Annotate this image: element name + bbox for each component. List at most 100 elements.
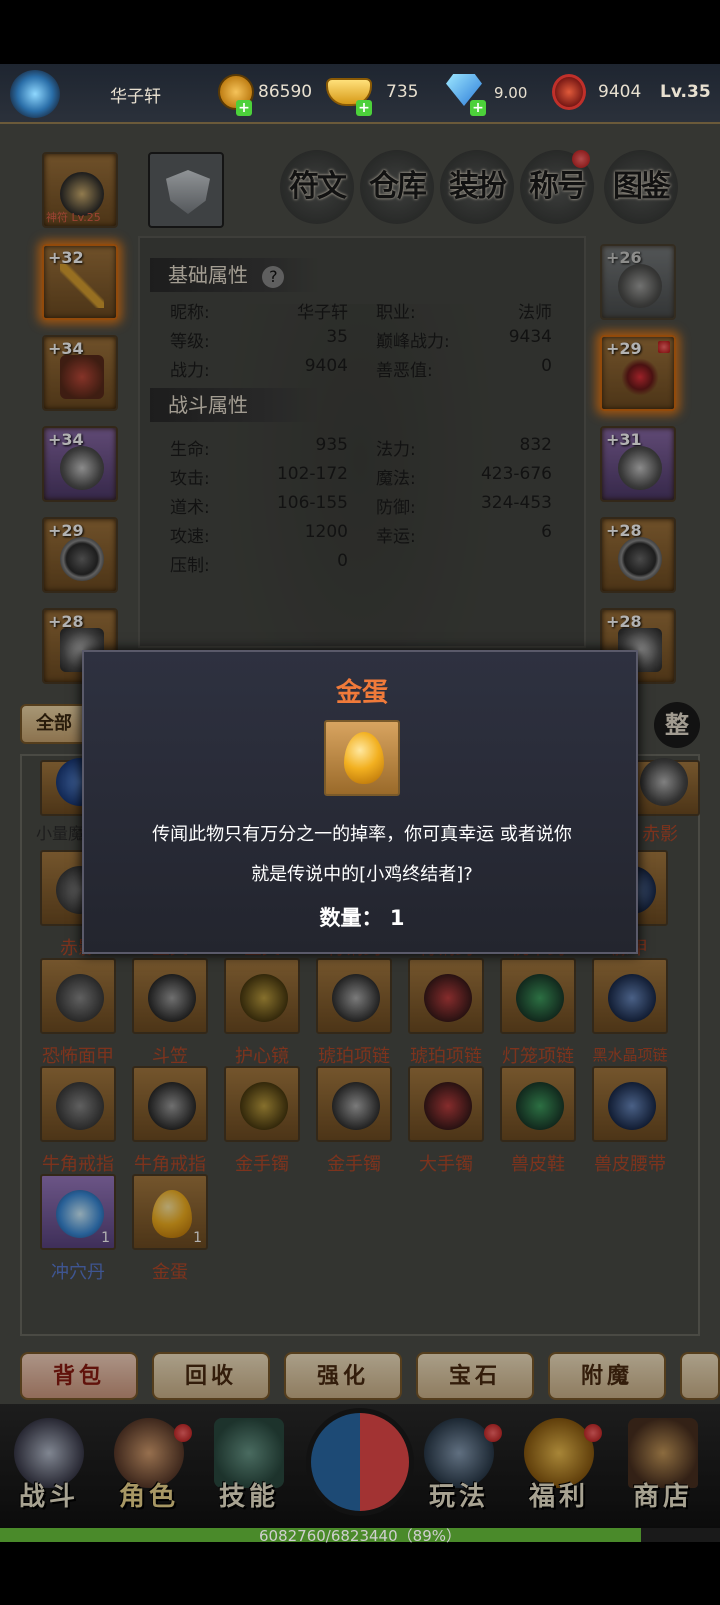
tab-enchant[interactable]: 附魔 bbox=[548, 1352, 666, 1400]
item-icon bbox=[608, 974, 656, 1022]
equip-slot-necklace[interactable]: +29 bbox=[600, 335, 676, 411]
inventory-item[interactable] bbox=[592, 958, 668, 1034]
inventory-item[interactable]: 1 bbox=[40, 1174, 116, 1250]
add-coin-button[interactable]: + bbox=[236, 100, 252, 116]
quantity-label: 数量： bbox=[319, 906, 383, 930]
equip-slot-weapon[interactable]: +32 bbox=[42, 244, 118, 320]
attr-label: 魔法: bbox=[376, 469, 416, 489]
inventory-item[interactable] bbox=[224, 1066, 300, 1142]
attr-value: 6 bbox=[541, 522, 552, 542]
attr-label: 压制: bbox=[170, 556, 210, 576]
slot-sublabel: 神符 Lv.25 bbox=[46, 211, 101, 224]
attr-value: 1200 bbox=[304, 522, 348, 542]
item-name: 恐怖面甲 bbox=[42, 1046, 114, 1067]
attr-value: 0 bbox=[541, 356, 552, 376]
equip-slot-bracelet[interactable]: +34 bbox=[42, 426, 118, 502]
inventory-item[interactable] bbox=[40, 1066, 116, 1142]
item-icon bbox=[516, 1082, 564, 1130]
equip-slot-bracelet-right[interactable]: +31 bbox=[600, 426, 676, 502]
equip-slot-ring-left[interactable]: +29 bbox=[42, 517, 118, 593]
class-emblem-icon[interactable] bbox=[10, 70, 60, 118]
nav-battle[interactable]: 战斗 bbox=[6, 1416, 92, 1520]
tab-bag[interactable]: 背包 bbox=[20, 1352, 138, 1400]
bracelet-icon bbox=[60, 446, 104, 490]
item-icon bbox=[332, 974, 380, 1022]
tab-runes[interactable]: 符文 bbox=[280, 150, 354, 224]
coin-amount: 86590 bbox=[258, 82, 313, 102]
equip-slot-shield[interactable] bbox=[148, 152, 224, 228]
tab-recycle[interactable]: 回收 bbox=[152, 1352, 270, 1400]
item-name: 牛角戒指 bbox=[42, 1154, 114, 1175]
attr-label: 幸运: bbox=[376, 527, 416, 547]
item-icon bbox=[424, 1082, 472, 1130]
inventory-item[interactable] bbox=[316, 958, 392, 1034]
necklace-icon bbox=[618, 355, 662, 399]
equip-slot-helmet[interactable]: +26 bbox=[600, 244, 676, 320]
item-name: 斗笠 bbox=[152, 1046, 188, 1067]
tab-warehouse[interactable]: 仓库 bbox=[360, 150, 434, 224]
item-icon bbox=[332, 1082, 380, 1130]
dialog-quantity: 数量： 1 bbox=[84, 902, 640, 932]
item-name: 大手镯 bbox=[419, 1154, 473, 1175]
attr-value: 9434 bbox=[508, 327, 552, 347]
helmet-icon bbox=[618, 264, 662, 308]
top-bar: 华子轩 + 86590 + 735 + 9.00 9404 Lv.35 bbox=[0, 64, 720, 124]
basic-attr-heading: 基础属性 ? bbox=[150, 258, 320, 292]
nav-label: 角色 bbox=[118, 1482, 179, 1512]
inventory-item[interactable] bbox=[592, 1066, 668, 1142]
ring-icon bbox=[618, 537, 662, 581]
tab-collection[interactable]: 图鉴 bbox=[604, 150, 678, 224]
ingot-amount: 735 bbox=[386, 82, 419, 102]
attr-label: 等级: bbox=[170, 332, 210, 352]
inventory-item[interactable] bbox=[132, 958, 208, 1034]
shield-icon bbox=[166, 170, 210, 214]
inventory-item[interactable] bbox=[224, 958, 300, 1034]
attribute-panel: 基础属性 ? 昵称: 华子轩 职业: 法师 等级: 35 巅峰战力: 9434 战力: 9404 善… bbox=[138, 236, 586, 648]
attr-label: 善恶值: bbox=[376, 361, 433, 381]
item-name: 琥珀项链 bbox=[410, 1046, 482, 1067]
robe-icon bbox=[60, 355, 104, 399]
inventory-item[interactable] bbox=[500, 958, 576, 1034]
attr-value: 102-172 bbox=[276, 464, 348, 484]
inventory-item[interactable] bbox=[40, 958, 116, 1034]
tab-enhance[interactable]: 强化 bbox=[284, 1352, 402, 1400]
inventory-item[interactable] bbox=[316, 1066, 392, 1142]
yinyang-main-button[interactable] bbox=[306, 1408, 414, 1516]
nav-skills[interactable]: 技能 bbox=[206, 1416, 292, 1520]
item-name: 冲穴丹 bbox=[51, 1262, 105, 1283]
quantity-value: 1 bbox=[389, 906, 405, 930]
staff-icon bbox=[60, 264, 104, 308]
sort-button[interactable]: 整 bbox=[654, 702, 700, 748]
nav-label: 福利 bbox=[528, 1482, 589, 1512]
status-bar bbox=[0, 0, 720, 64]
attr-value: 9404 bbox=[304, 356, 348, 376]
item-icon bbox=[424, 974, 472, 1022]
tab-gems[interactable]: 宝石 bbox=[416, 1352, 534, 1400]
combat-power-value: 9404 bbox=[598, 82, 642, 102]
inventory-item[interactable] bbox=[408, 958, 484, 1034]
equip-slot-ring-right[interactable]: +28 bbox=[600, 517, 676, 593]
item-name: 金手镯 bbox=[235, 1154, 289, 1175]
golden-egg-icon bbox=[152, 1190, 192, 1238]
add-diamond-button[interactable]: + bbox=[470, 100, 486, 116]
weapon-icon bbox=[640, 758, 688, 806]
add-ingot-button[interactable]: + bbox=[356, 100, 372, 116]
inventory-item[interactable] bbox=[132, 1066, 208, 1142]
tab-more[interactable] bbox=[680, 1352, 720, 1400]
item-detail-dialog: 金蛋 传闻此物只有万分之一的掉率，你可真幸运 或者说你 就是传说中的[小鸡终结者… bbox=[82, 650, 638, 954]
attr-label: 攻速: bbox=[170, 527, 210, 547]
inventory-item[interactable] bbox=[500, 1066, 576, 1142]
nav-shop[interactable]: 商店 bbox=[620, 1416, 706, 1520]
attr-value: 324-453 bbox=[480, 493, 552, 513]
attr-label: 攻击: bbox=[170, 469, 210, 489]
tab-costume[interactable]: 装扮 bbox=[440, 150, 514, 224]
equip-slot-talisman[interactable]: 神符 Lv.25 bbox=[42, 152, 118, 228]
inventory-item[interactable]: 1 bbox=[132, 1174, 208, 1250]
equip-slot-armor[interactable]: +34 bbox=[42, 335, 118, 411]
nav-label: 战斗 bbox=[18, 1482, 79, 1512]
help-icon[interactable]: ? bbox=[262, 266, 285, 288]
diamond-amount: 9.00 bbox=[494, 84, 528, 102]
welfare-notification-dot bbox=[584, 1424, 602, 1442]
attr-value: 法师 bbox=[518, 303, 552, 323]
inventory-item[interactable] bbox=[408, 1066, 484, 1142]
